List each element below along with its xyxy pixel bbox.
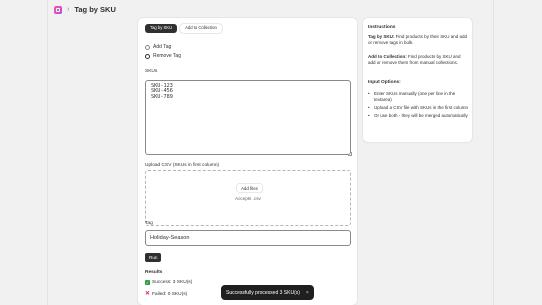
instructions-add-to-collection-heading: Add to Collection: — [368, 54, 407, 59]
radio-label-remove-tag: Remove Tag — [153, 53, 181, 59]
skus-label: SKUs — [145, 69, 158, 74]
radio-checked-icon[interactable] — [145, 53, 150, 59]
result-success-text: Success: 3 SKU(s) — [152, 280, 193, 285]
result-failed: ✕ Failed: 0 SKU(s) — [145, 291, 188, 297]
page-title: Tag by SKU — [74, 5, 116, 14]
instructions-card: Instructions Tag by SKU: Find products b… — [363, 18, 472, 142]
input-options-title: Input Options: — [368, 80, 401, 85]
add-files-button[interactable]: Add files — [237, 184, 262, 192]
tag-label: Tag — [145, 221, 153, 226]
frame-border-right — [493, 0, 494, 305]
main-card: Tag by SKU Add to Collection Add Tag Rem… — [138, 18, 357, 305]
list-item: Upload a CSV file with SKUs in the first… — [368, 105, 469, 111]
close-icon[interactable]: × — [306, 290, 309, 296]
toast-notification: Successfully processed 3 SKU(s) × — [221, 285, 314, 300]
cross-mark-icon: ✕ — [145, 291, 151, 297]
accepted-file-types: Accepts .csv — [235, 196, 261, 201]
input-options-list: Enter SKUs manually (one per line in the… — [368, 91, 469, 120]
app-icon — [54, 5, 62, 14]
file-dropzone[interactable]: Add files Accepts .csv — [145, 170, 351, 226]
instructions-tag-by-sku: Tag by SKU: Find products by their SKU a… — [368, 34, 469, 46]
instructions-add-to-collection: Add to Collection: Find products by SKU … — [368, 54, 469, 66]
run-button[interactable]: Run — [145, 253, 162, 262]
tag-input[interactable]: Holiday-Season — [145, 230, 351, 246]
results-title: Results — [145, 270, 163, 275]
chevron-right-icon: › — [67, 6, 70, 13]
resize-handle-icon[interactable] — [348, 152, 352, 156]
radio-label-add-tag: Add Tag — [153, 44, 172, 50]
list-item: Or use both - they will be merged automa… — [368, 113, 469, 119]
skus-textarea[interactable]: SKU-123 SKU-456 SKU-789 — [145, 80, 351, 155]
radio-add-tag[interactable]: Add Tag — [145, 44, 171, 50]
result-failed-text: Failed: 0 SKU(s) — [152, 292, 188, 297]
upload-csv-label: Upload CSV (SKUs in first column) — [145, 163, 220, 168]
tab-tag-by-sku[interactable]: Tag by SKU — [145, 24, 178, 33]
frame-border-left — [47, 0, 48, 305]
check-mark-icon: ✓ — [145, 280, 150, 285]
result-success: ✓ Success: 3 SKU(s) — [145, 280, 192, 285]
page-header: › Tag by SKU — [54, 4, 116, 15]
radio-remove-tag[interactable]: Remove Tag — [145, 53, 181, 59]
radio-unchecked-icon[interactable] — [145, 44, 150, 50]
toast-message: Successfully processed 3 SKU(s) — [226, 289, 300, 296]
tab-add-to-collection[interactable]: Add to Collection — [180, 24, 222, 33]
list-item: Enter SKUs manually (one per line in the… — [368, 91, 469, 103]
tab-bar: Tag by SKU Add to Collection — [145, 24, 222, 33]
instructions-tag-by-sku-heading: Tag by SKU: — [368, 34, 395, 39]
instructions-title: Instructions — [368, 25, 396, 30]
